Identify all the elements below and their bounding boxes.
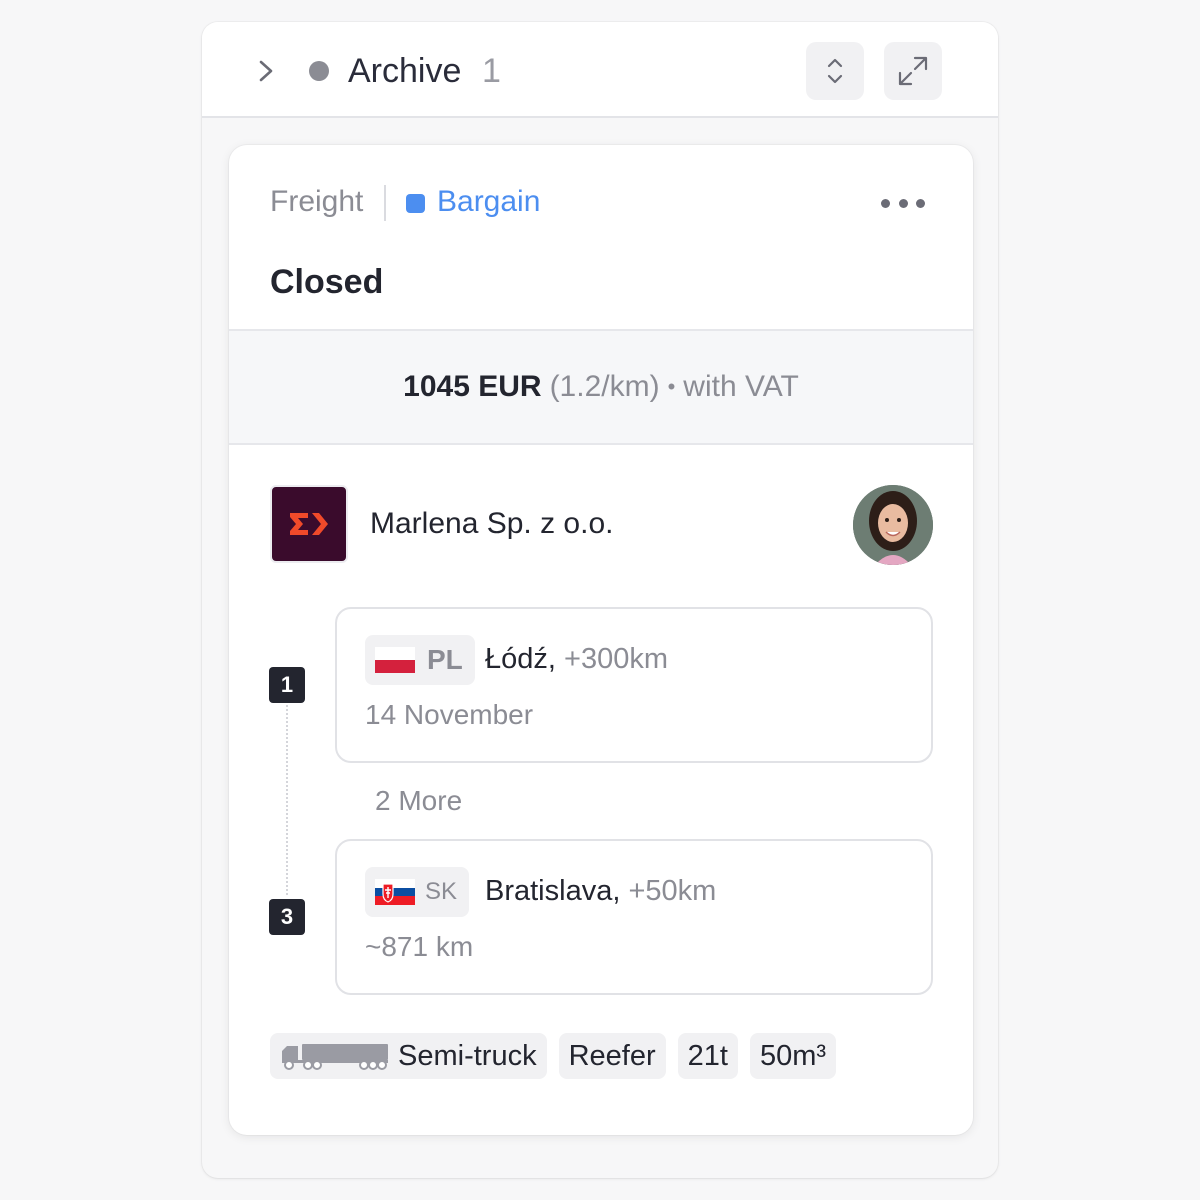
country-code: PL — [427, 644, 463, 675]
sort-button[interactable] — [806, 42, 864, 100]
panel-count: 1 — [482, 52, 501, 90]
flag-pl-icon — [375, 647, 415, 673]
price-vat: with VAT — [683, 370, 799, 403]
stop-badge-3: 3 — [269, 899, 305, 935]
price-amount: 1045 EUR — [403, 370, 542, 403]
route-distance: ~871 km — [365, 931, 474, 962]
price-rate: (1.2/km) — [549, 370, 660, 403]
panel-header: Archive 1 — [202, 22, 998, 118]
city-name: Łódź, — [485, 643, 556, 675]
avatar-image — [853, 485, 933, 565]
city-distance: +50km — [628, 875, 717, 907]
more-options-icon[interactable] — [881, 199, 925, 209]
city-line: Bratislava, +50km — [485, 875, 716, 908]
country-code: SK — [425, 878, 458, 905]
sort-icon — [827, 58, 843, 84]
stop-badge-1: 1 — [269, 667, 305, 703]
status-title: Closed — [270, 263, 384, 301]
archive-panel: Archive 1 Freight Bargain Closed 1045 EU… — [202, 22, 998, 1178]
stop-card-unloading[interactable]: SK Bratislava, +50km ~871 km — [335, 839, 933, 995]
tag-vehicle-label: Semi-truck — [398, 1039, 537, 1072]
country-chip: SK — [365, 867, 470, 917]
semi-truck-icon — [282, 1044, 388, 1070]
expand-icon — [898, 56, 928, 86]
price-separator: • — [667, 374, 676, 399]
city-line: Łódź, +300km — [485, 643, 668, 676]
city-distance: +300km — [564, 643, 668, 675]
panel-title: Archive — [348, 52, 462, 90]
expand-button[interactable] — [884, 42, 942, 100]
bargain-label: Bargain — [437, 185, 541, 218]
tag-vehicle: Semi-truck — [270, 1033, 547, 1079]
route-line — [286, 705, 288, 895]
divider — [384, 185, 386, 221]
vehicle-tags: Semi-truck Reefer 21t 50m³ — [270, 1033, 837, 1079]
chevron-right-icon[interactable] — [254, 57, 278, 85]
stop-card-loading[interactable]: PL Łódź, +300km 14 November — [335, 607, 933, 763]
more-stops-link[interactable]: 2 More — [375, 785, 462, 817]
avatar[interactable] — [853, 485, 933, 565]
tag-volume: 50m³ — [749, 1033, 837, 1079]
tag-weight: 21t — [677, 1033, 738, 1079]
price-band: 1045 EUR (1.2/km) • with VAT — [229, 329, 973, 445]
company-logo — [270, 485, 348, 563]
freight-card[interactable]: Freight Bargain Closed 1045 EUR (1.2/km)… — [229, 145, 973, 1135]
country-chip: PL — [365, 635, 475, 685]
city-name: Bratislava, — [485, 875, 621, 907]
flag-sk-icon — [375, 879, 415, 905]
tag-body: Reefer — [558, 1033, 666, 1079]
company-logo-icon — [290, 513, 328, 535]
status-dot — [309, 61, 329, 81]
company-name[interactable]: Marlena Sp. z o.o. — [370, 507, 613, 541]
freight-type-label: Freight — [270, 185, 364, 218]
stop-date: 14 November — [365, 699, 534, 730]
bargain-square-icon — [406, 194, 425, 213]
